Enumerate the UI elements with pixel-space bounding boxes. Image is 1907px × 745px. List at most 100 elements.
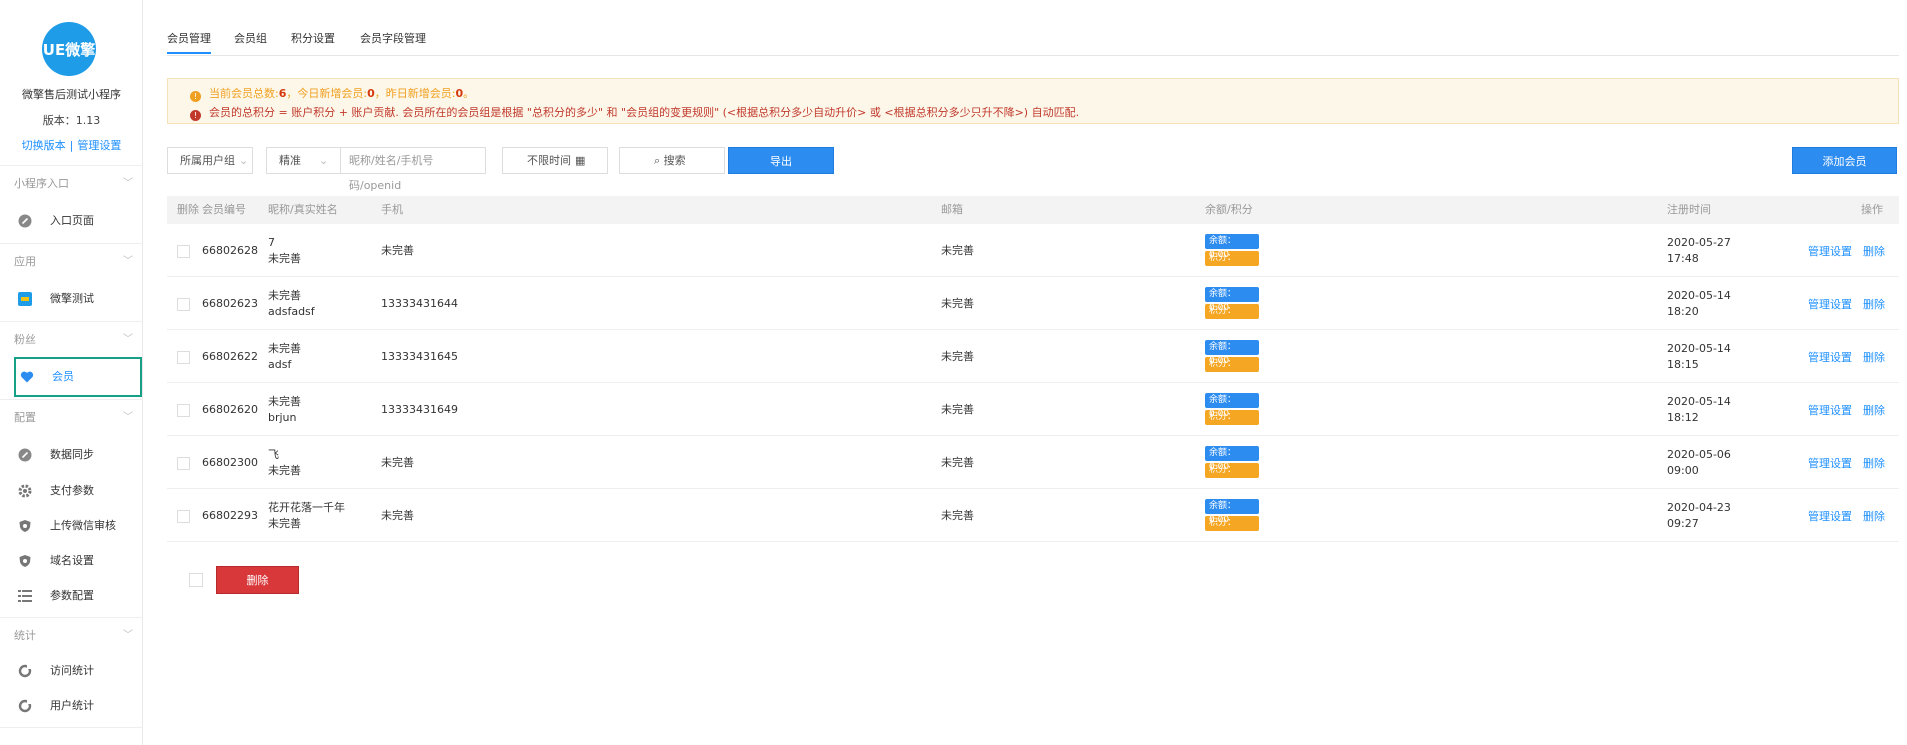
row-checkbox[interactable] (177, 245, 190, 258)
member-id: 66802620 (202, 403, 258, 416)
credit-badge: 积分：0.00 (1205, 463, 1259, 489)
link-icon (18, 448, 32, 462)
header-name: 昵称/真实姓名 (268, 203, 338, 216)
heart-icon (20, 371, 34, 383)
delete-link[interactable]: 删除 (1863, 243, 1885, 259)
section-config[interactable]: 配置 ﹀ (0, 399, 143, 435)
delete-link[interactable]: 删除 (1863, 349, 1885, 365)
sidebar-item-payment-params[interactable]: 支付参数 (14, 476, 142, 506)
match-select[interactable]: 精准 ⌄ (266, 147, 341, 174)
group-select[interactable]: 所属用户组 ⌄ (167, 147, 253, 174)
manage-settings-link[interactable]: 管理设置 (1808, 508, 1852, 524)
total-label: 当前会员总数: (209, 87, 279, 100)
match-select-label: 精准 (279, 154, 301, 167)
sidebar-item-domain-settings[interactable]: 域名设置 (14, 546, 142, 576)
sidebar-item-label: 参数配置 (50, 589, 94, 602)
row-checkbox[interactable] (177, 404, 190, 417)
manage-settings-link[interactable]: 管理设置 (77, 139, 121, 152)
select-all-checkbox[interactable] (189, 573, 203, 587)
sidebar-item-data-sync[interactable]: 数据同步 (14, 440, 142, 470)
calendar-icon: ▦ (575, 154, 586, 167)
search-button[interactable]: ⌕ 搜索 (619, 147, 725, 174)
register-date: 2020-04-23 (1667, 501, 1731, 514)
sidebar-item-label: 上传微信审核 (50, 519, 116, 532)
sidebar: UE微擎 微擎售后测试小程序 版本：1.13 切换版本 | 管理设置 小程序入口 ﹀ … (0, 0, 143, 745)
sidebar-item-label: 微擎测试 (50, 292, 94, 305)
real-name: brjun (268, 411, 297, 424)
delete-link[interactable]: 删除 (1863, 508, 1885, 524)
tab-member-management[interactable]: 会员管理 (167, 30, 211, 54)
register-clock: 09:27 (1667, 517, 1699, 530)
search-input[interactable]: 昵称/姓名/手机号码/openid (340, 147, 486, 192)
table-row: 66802293 花开花落一千年未完善 未完善 未完善 余额：0.00积分：0.… (167, 489, 1899, 542)
delete-link[interactable]: 删除 (1863, 296, 1885, 312)
header-email: 邮箱 (941, 203, 963, 216)
manage-settings-link[interactable]: 管理设置 (1808, 455, 1852, 471)
phone: 13333431645 (381, 350, 458, 363)
section-fans[interactable]: 粉丝 ﹀ (0, 321, 143, 357)
nickname: 7 (268, 236, 275, 249)
sidebar-item-param-config[interactable]: 参数配置 (14, 581, 142, 611)
tab-bar: 会员管理 会员组 积分设置 会员字段管理 (167, 26, 1899, 56)
app-logo-icon (18, 292, 32, 306)
email: 未完善 (941, 509, 974, 522)
real-name: 未完善 (268, 517, 301, 530)
row-checkbox[interactable] (177, 351, 190, 364)
register-date: 2020-05-14 (1667, 289, 1731, 302)
sidebar-item-label: 会员 (52, 370, 74, 383)
balance-credit: 余额：0.00积分：0.00 (1205, 340, 1259, 383)
delete-link[interactable]: 删除 (1863, 402, 1885, 418)
chevron-down-icon: ﹀ (123, 256, 133, 267)
section-entry[interactable]: 小程序入口 ﹀ (0, 165, 143, 201)
phone: 13333431649 (381, 403, 458, 416)
warning-icon: ! (190, 91, 201, 102)
register-time: 2020-05-14 18:20 (1667, 288, 1731, 320)
chevron-down-icon: ⌄ (239, 154, 249, 167)
balance-credit: 余额：0.00积分：0.00 (1205, 499, 1259, 542)
chevron-down-icon: ﹀ (123, 334, 133, 345)
add-member-button[interactable]: 添加会员 (1792, 147, 1897, 174)
tab-member-groups[interactable]: 会员组 (234, 30, 267, 46)
row-checkbox[interactable] (177, 298, 190, 311)
sidebar-item-label: 用户统计 (50, 699, 94, 712)
tab-points-settings[interactable]: 积分设置 (291, 30, 335, 46)
sidebar-item-label: 域名设置 (50, 554, 94, 567)
switch-version-link[interactable]: 切换版本 (22, 139, 66, 152)
member-name: 7 未完善 (268, 235, 301, 267)
table-row: 66802623 未完善 adsfadsf 13333431644 未完善 余额：… (167, 277, 1899, 330)
link-icon (18, 214, 32, 228)
balance-credit: 余额：0.00积分：0.00 (1205, 393, 1259, 436)
tab-member-fields[interactable]: 会员字段管理 (360, 30, 426, 46)
bulk-delete-button[interactable]: 删除 (216, 566, 299, 594)
delete-link[interactable]: 删除 (1863, 455, 1885, 471)
sidebar-item-visit-stats[interactable]: 访问统计 (14, 656, 142, 686)
manage-settings-link[interactable]: 管理设置 (1808, 402, 1852, 418)
export-button[interactable]: 导出 (728, 147, 834, 174)
email: 未完善 (941, 297, 974, 310)
today-count: 0 (367, 87, 375, 100)
member-name: 飞未完善 (268, 447, 301, 479)
row-checkbox[interactable] (177, 457, 190, 470)
table-row: 66802620 未完善 brjun 13333431649 未完善 余额：0.0… (167, 383, 1899, 436)
nickname: 飞 (268, 448, 279, 461)
member-count-line: ! 当前会员总数:6，今日新增会员:0，昨日新增会员:0。 (190, 85, 474, 102)
sidebar-item-wqtest[interactable]: 微擎测试 (14, 284, 142, 314)
chevron-down-icon: ⌄ (319, 154, 329, 167)
search-icon: ⌕ (654, 154, 661, 167)
section-stats[interactable]: 统计 ﹀ (0, 617, 143, 653)
register-time: 2020-04-23 09:27 (1667, 500, 1731, 532)
sidebar-item-label: 数据同步 (50, 448, 94, 461)
manage-settings-link[interactable]: 管理设置 (1808, 243, 1852, 259)
sidebar-item-user-stats[interactable]: 用户统计 (14, 691, 142, 721)
manage-settings-link[interactable]: 管理设置 (1808, 296, 1852, 312)
time-range-picker[interactable]: 不限时间 ▦ (502, 147, 608, 174)
phone: 未完善 (381, 456, 414, 469)
register-time: 2020-05-14 18:15 (1667, 341, 1731, 373)
section-apps[interactable]: 应用 ﹀ (0, 243, 143, 279)
sidebar-item-entry-page[interactable]: 入口页面 (14, 206, 142, 236)
sidebar-item-wechat-review[interactable]: 上传微信审核 (14, 511, 142, 541)
row-checkbox[interactable] (177, 510, 190, 523)
sidebar-item-members[interactable]: 会员 (14, 357, 142, 397)
search-button-label: 搜索 (663, 154, 686, 167)
manage-settings-link[interactable]: 管理设置 (1808, 349, 1852, 365)
